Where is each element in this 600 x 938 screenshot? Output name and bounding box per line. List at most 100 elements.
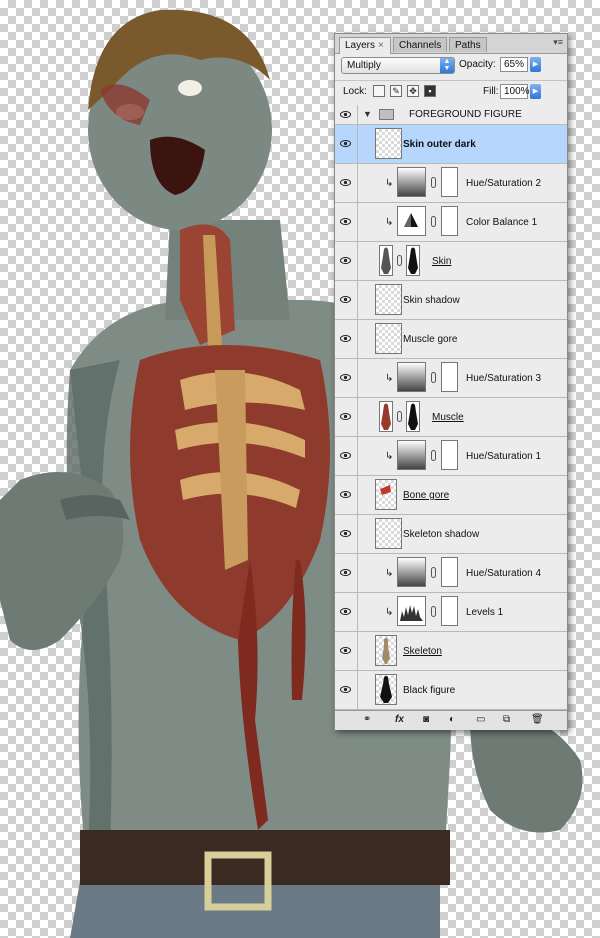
adjustment-thumbnail <box>397 557 426 587</box>
chain-link-icon[interactable] <box>397 411 402 422</box>
tab-channels[interactable]: Channels <box>393 37 447 52</box>
eye-icon <box>340 608 351 615</box>
layer-name: Color Balance 1 <box>466 217 538 228</box>
panel-menu-icon[interactable]: ▾≡ <box>553 37 563 48</box>
visibility-toggle[interactable] <box>335 515 358 553</box>
lock-all-icon[interactable]: ▪ <box>424 85 436 97</box>
layer-name: Muscle gore <box>403 334 458 345</box>
visibility-toggle[interactable] <box>335 398 358 436</box>
adjustment-thumbnail <box>397 167 426 197</box>
eye-icon <box>340 140 351 147</box>
layer-thumbnail <box>375 635 397 666</box>
fill-slider-button[interactable]: ▶ <box>530 84 541 99</box>
mask-thumbnail <box>441 167 458 197</box>
fill-field[interactable]: 100% <box>500 84 530 99</box>
visibility-toggle[interactable] <box>335 671 358 709</box>
layer-thumbnail <box>375 323 402 354</box>
layer-row[interactable]: ↳ Hue/Saturation 2 <box>335 164 567 203</box>
lock-position-icon[interactable]: ✥ <box>407 85 419 97</box>
tab-paths[interactable]: Paths <box>449 37 487 52</box>
fx-icon[interactable]: fx <box>395 714 404 725</box>
opacity-slider-button[interactable]: ▶ <box>530 57 541 72</box>
layer-row[interactable]: Skeleton <box>335 632 567 671</box>
layer-row[interactable]: Skin outer dark <box>335 125 567 164</box>
mask-thumbnail <box>406 401 420 432</box>
visibility-toggle[interactable] <box>335 242 358 280</box>
link-icon[interactable]: ⚭ <box>363 714 371 725</box>
layer-name: Hue/Saturation 1 <box>466 451 542 462</box>
layer-row[interactable]: Skeleton shadow <box>335 515 567 554</box>
layer-row[interactable]: ↳ Levels 1 <box>335 593 567 632</box>
panel-footer: ⚭ fx ◙ ◐ ▭ ⧉ 🗑 <box>335 710 567 730</box>
visibility-toggle[interactable] <box>335 320 358 358</box>
visibility-toggle[interactable] <box>335 554 358 592</box>
mask-icon[interactable]: ◙ <box>423 714 429 725</box>
clipping-arrow-icon: ↳ <box>385 373 394 384</box>
folder-icon[interactable]: ▭ <box>476 714 485 725</box>
visibility-toggle[interactable] <box>335 359 358 397</box>
trash-icon[interactable]: 🗑 <box>531 714 544 725</box>
visibility-toggle[interactable] <box>335 105 358 124</box>
right-hand <box>470 715 583 833</box>
chain-link-icon[interactable] <box>431 606 436 617</box>
adjustment-icon[interactable]: ◐ <box>449 714 455 725</box>
layer-row[interactable]: Skin shadow <box>335 281 567 320</box>
layer-row[interactable]: Bone gore <box>335 476 567 515</box>
clipping-arrow-icon: ↳ <box>385 217 394 228</box>
chain-link-icon[interactable] <box>431 216 436 227</box>
mask-thumbnail <box>441 440 458 470</box>
lock-row: Lock: ✎ ✥ ▪ Fill: 100% ▶ <box>335 80 567 103</box>
new-layer-icon[interactable]: ⧉ <box>503 714 510 725</box>
tab-paths-label: Paths <box>455 40 481 51</box>
eye-icon <box>340 530 351 537</box>
panel-tab-bar: Layers × Channels Paths ▾≡ <box>335 34 567 54</box>
visibility-toggle[interactable] <box>335 203 358 241</box>
close-icon[interactable]: × <box>378 40 384 51</box>
eye-icon <box>340 686 351 693</box>
layer-name: Skeleton <box>403 646 442 657</box>
tab-layers[interactable]: Layers × <box>339 37 391 54</box>
disclosure-triangle-icon[interactable]: ▼ <box>363 109 372 119</box>
chain-link-icon[interactable] <box>431 567 436 578</box>
mask-thumbnail <box>441 362 458 392</box>
visibility-toggle[interactable] <box>335 281 358 319</box>
chain-link-icon[interactable] <box>431 177 436 188</box>
layer-thumbnail <box>375 518 402 549</box>
eye-icon <box>340 110 351 118</box>
layer-name: Skin shadow <box>403 295 460 306</box>
tab-channels-label: Channels <box>399 40 442 51</box>
opacity-label: Opacity: <box>459 59 496 70</box>
visibility-toggle[interactable] <box>335 593 358 631</box>
layer-row[interactable]: Skin <box>335 242 567 281</box>
mask-thumbnail <box>441 206 458 236</box>
layers-panel: Layers × Channels Paths ▾≡ Multiply ▲ ▼ Op… <box>334 33 568 730</box>
clipping-arrow-icon: ↳ <box>385 451 394 462</box>
layer-row[interactable]: ↳ Hue/Saturation 1 <box>335 437 567 476</box>
blend-mode-value: Multiply <box>347 60 381 71</box>
visibility-toggle[interactable] <box>335 125 358 163</box>
chain-link-icon[interactable] <box>431 450 436 461</box>
layer-group-foreground-figure[interactable]: ▼ FOREGROUND FIGURE <box>335 105 567 125</box>
lock-pixels-icon[interactable]: ✎ <box>390 85 402 97</box>
visibility-toggle[interactable] <box>335 632 358 670</box>
visibility-toggle[interactable] <box>335 476 358 514</box>
layer-row[interactable]: ↳ Color Balance 1 <box>335 203 567 242</box>
chain-link-icon[interactable] <box>431 372 436 383</box>
eye-icon <box>340 452 351 459</box>
blend-mode-select[interactable]: Multiply ▲ ▼ <box>341 57 455 74</box>
eye-icon <box>340 647 351 654</box>
layer-row[interactable]: ↳ Hue/Saturation 4 <box>335 554 567 593</box>
layer-name: Levels 1 <box>466 607 504 618</box>
clipping-arrow-icon: ↳ <box>385 607 394 618</box>
clipping-arrow-icon: ↳ <box>385 178 394 189</box>
lock-transparency-icon[interactable] <box>373 85 385 97</box>
layer-row[interactable]: Black figure <box>335 671 567 710</box>
opacity-field[interactable]: 65% <box>500 57 528 72</box>
visibility-toggle[interactable] <box>335 164 358 202</box>
layer-row[interactable]: Muscle gore <box>335 320 567 359</box>
visibility-toggle[interactable] <box>335 437 358 475</box>
layer-row[interactable]: ↳ Hue/Saturation 3 <box>335 359 567 398</box>
layer-thumbnail <box>379 401 393 432</box>
layer-row[interactable]: Muscle <box>335 398 567 437</box>
chain-link-icon[interactable] <box>397 255 402 266</box>
